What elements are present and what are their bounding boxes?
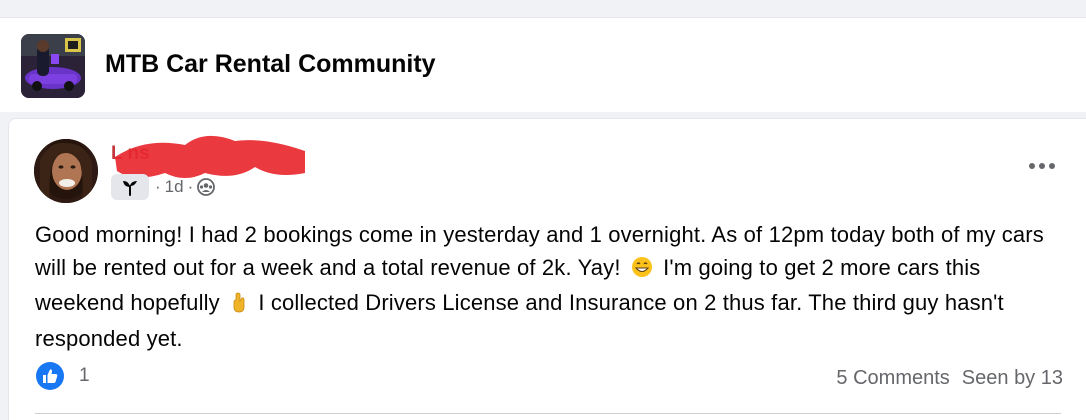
post-stats: 5 Comments Seen by 13 [836,367,1063,390]
post-options-button[interactable] [1022,151,1062,181]
post-body: Good morning! I had 2 bookings come in y… [35,219,1055,355]
reactions-summary[interactable]: 1 [35,361,90,391]
group-header: MTB Car Rental Community [0,17,1086,112]
post-card: L ns · 1d · Good morning! I had 2 bookin… [8,118,1086,420]
new-member-sprout-icon [123,181,137,196]
new-member-badge[interactable] [111,174,149,200]
author-avatar-image [34,139,98,203]
like-reaction-icon [36,362,64,390]
meta-separator: · [155,177,161,196]
crossed-fingers-emoji-icon [230,290,248,323]
post-timestamp[interactable]: 1d [165,177,184,197]
action-bar-divider [35,413,1061,414]
comments-count-link[interactable]: 5 Comments [836,367,949,390]
seen-by-link[interactable]: Seen by 13 [962,367,1063,390]
group-avatar-image [21,34,85,98]
meta-separator: · [187,177,194,196]
more-options-icon [1029,163,1055,169]
group-name[interactable]: MTB Car Rental Community [105,50,436,79]
post-meta: · 1d · [155,177,216,197]
group-avatar[interactable] [21,34,85,98]
facebook-group-post-view: MTB Car Rental Community L ns · 1d · Goo… [0,0,1086,420]
group-members-icon [197,178,216,196]
like-count: 1 [79,365,90,386]
author-avatar[interactable] [34,139,98,203]
author-name[interactable]: L ns [111,143,150,165]
grinning-emoji-icon [631,255,653,288]
